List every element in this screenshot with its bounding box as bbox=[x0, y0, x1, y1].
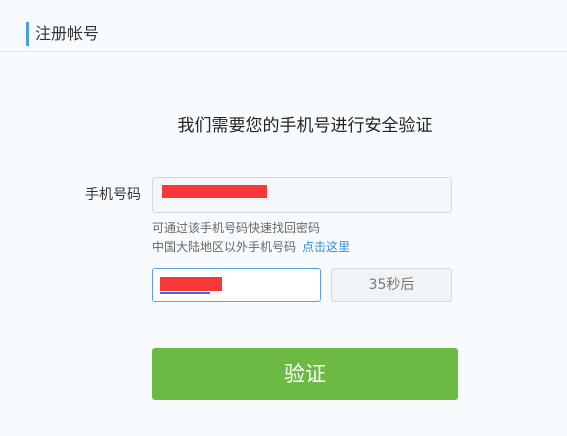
click-here-link[interactable]: 点击这里 bbox=[302, 240, 350, 254]
text-selection-underline bbox=[160, 292, 210, 294]
page-header: 注册帐号 bbox=[0, 0, 567, 52]
recovery-hint: 可通过该手机号码快速找回密码 bbox=[152, 221, 321, 235]
header-accent-bar bbox=[26, 22, 29, 46]
page-title: 注册帐号 bbox=[35, 24, 100, 43]
phone-number-input[interactable] bbox=[152, 177, 452, 213]
verify-button[interactable]: 验证 bbox=[152, 348, 458, 400]
international-hint: 中国大陆地区以外手机号码 点击这里 bbox=[152, 238, 350, 256]
verification-code-input[interactable] bbox=[152, 268, 321, 302]
phone-label: 手机号码 bbox=[85, 187, 141, 203]
redacted-code-value bbox=[160, 277, 222, 291]
resend-countdown-button[interactable]: 35秒后 bbox=[331, 268, 452, 302]
international-hint-text: 中国大陆地区以外手机号码 bbox=[152, 240, 297, 254]
redacted-phone-value bbox=[162, 185, 267, 198]
verification-heading: 我们需要您的手机号进行安全验证 bbox=[177, 116, 433, 136]
